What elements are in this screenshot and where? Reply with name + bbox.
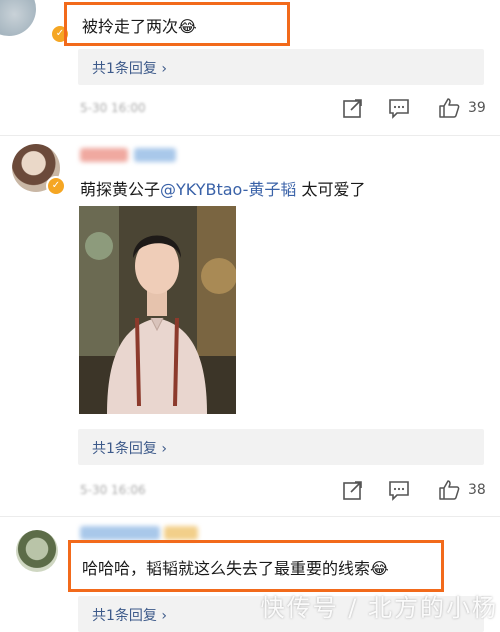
comment-image[interactable]	[79, 206, 236, 414]
avatar[interactable]	[0, 0, 36, 36]
username-blurred[interactable]	[80, 148, 128, 162]
like-count: 38	[468, 482, 486, 498]
comment-actions: 5-30 16:06 38	[78, 479, 498, 505]
user-badge-blurred	[134, 148, 176, 162]
timestamp: 5-30 16:06	[80, 483, 146, 497]
comment-text: 萌探黄公子@YKYBtao-黄子韬 太可爱了	[80, 176, 366, 200]
like-icon[interactable]	[438, 479, 460, 501]
comment-body-suffix: 太可爱了	[296, 180, 366, 199]
photo-illustration	[79, 206, 236, 414]
avatar[interactable]	[16, 530, 58, 572]
like-count: 39	[468, 100, 486, 116]
user-badge-blurred	[164, 526, 198, 540]
divider	[0, 516, 500, 517]
watermark: 快传号 / 北方的小杨	[260, 594, 498, 622]
username-blurred[interactable]	[80, 526, 160, 540]
reply-thread-button[interactable]: 共1条回复 ›	[78, 49, 484, 85]
share-icon[interactable]	[342, 97, 364, 119]
comment-text: 哈哈哈，韬韬就这么失去了最重要的线索😂	[82, 555, 389, 579]
like-icon[interactable]	[438, 97, 460, 119]
reply-count-label[interactable]: 共1条回复 ›	[92, 58, 167, 78]
laugh-emoji-icon: 😂	[178, 17, 197, 36]
comment-body: 哈哈哈，韬韬就这么失去了最重要的线索	[82, 559, 371, 578]
share-icon[interactable]	[342, 479, 364, 501]
divider	[0, 135, 500, 136]
comment-actions: 5-30 16:00 39	[78, 97, 498, 123]
reply-count-label[interactable]: 共1条回复 ›	[92, 605, 167, 625]
verified-badge-icon: ✓	[46, 176, 66, 196]
comment-icon[interactable]	[388, 479, 410, 501]
laugh-emoji-icon: 😂	[370, 559, 389, 578]
comment-body: 萌探黄公子	[80, 180, 161, 199]
comment-body: 被拎走了两次	[82, 17, 179, 36]
reply-count-label[interactable]: 共1条回复 ›	[92, 438, 167, 458]
mention-link[interactable]: @YKYBtao-黄子韬	[160, 180, 296, 199]
reply-thread-button[interactable]: 共1条回复 ›	[78, 429, 484, 465]
comment-icon[interactable]	[388, 97, 410, 119]
timestamp: 5-30 16:00	[80, 101, 146, 115]
comment-text: 被拎走了两次😂	[82, 13, 197, 37]
